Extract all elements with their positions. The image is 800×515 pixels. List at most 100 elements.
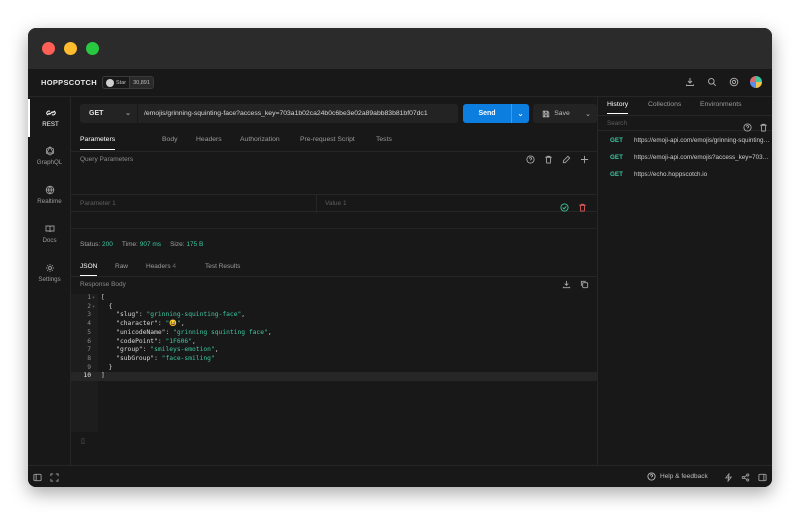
help-icon[interactable] bbox=[743, 119, 752, 132]
chevron-down-icon[interactable]: ⌄ bbox=[511, 104, 529, 123]
line-number: 5 bbox=[87, 328, 91, 336]
help-feedback-button[interactable]: Help & feedback bbox=[647, 472, 708, 481]
code-line: 2 ▾ { bbox=[71, 303, 597, 312]
minimize-window-button[interactable] bbox=[64, 42, 77, 55]
param-value-input[interactable]: Value 1 bbox=[325, 200, 347, 207]
share-icon[interactable] bbox=[740, 472, 750, 482]
history-item[interactable]: GET https://emoji-api.com/emojis/grinnin… bbox=[598, 133, 772, 150]
response-body-actions bbox=[562, 280, 589, 289]
fold-icon[interactable]: ▾ bbox=[92, 303, 95, 312]
nav-item-graphql[interactable]: GraphQL bbox=[28, 137, 71, 175]
method-value: GET bbox=[89, 110, 104, 117]
history-item[interactable]: GET https://echo.hoppscotch.io bbox=[598, 167, 772, 184]
trash-icon[interactable] bbox=[544, 155, 553, 164]
chevron-down-icon[interactable]: ⌄ bbox=[579, 104, 597, 123]
tab-environments[interactable]: Environments bbox=[700, 101, 742, 108]
tab-headers[interactable]: Headers bbox=[196, 136, 222, 143]
user-avatar[interactable] bbox=[750, 76, 762, 88]
nav-item-settings[interactable]: Settings bbox=[28, 254, 71, 292]
code-line: 5 "unicodeName": "grinning squinting fac… bbox=[71, 329, 597, 338]
sidebar-toggle-icon[interactable] bbox=[32, 472, 42, 482]
param-divider bbox=[316, 195, 317, 213]
support-icon[interactable] bbox=[728, 76, 740, 88]
primary-sidebar: REST GraphQL Realtime Docs Settings bbox=[28, 97, 71, 465]
help-icon bbox=[647, 472, 656, 481]
help-icon[interactable] bbox=[526, 155, 535, 164]
code-line: 1 ▾ [ bbox=[71, 294, 597, 303]
tab-test-results[interactable]: Test Results bbox=[205, 263, 240, 270]
tab-authorization[interactable]: Authorization bbox=[240, 136, 280, 143]
code-text: ] bbox=[101, 372, 105, 380]
code-text: "slug": "grinning-squinting-face", bbox=[101, 311, 245, 320]
code-text: [ bbox=[101, 294, 105, 301]
history-item[interactable]: GET https://emoji-api.com/emojis?access_… bbox=[598, 150, 772, 167]
tab-raw[interactable]: Raw bbox=[115, 263, 128, 270]
nav-item-realtime[interactable]: Realtime bbox=[28, 176, 71, 214]
check-circle-icon[interactable] bbox=[560, 199, 569, 212]
tab-history[interactable]: History bbox=[607, 101, 629, 114]
github-star-badge[interactable]: Star 30,891 bbox=[102, 76, 154, 89]
history-search-input[interactable]: Search bbox=[607, 120, 627, 127]
send-button[interactable]: Send ⌄ bbox=[463, 104, 529, 123]
save-button[interactable]: Save ⌄ bbox=[533, 104, 597, 123]
brand-logo[interactable]: HOPPSCOTCH bbox=[41, 78, 97, 87]
json-punct: , bbox=[214, 346, 219, 354]
code-text: } bbox=[101, 363, 113, 371]
save-icon bbox=[543, 110, 550, 117]
response-time: 907 ms bbox=[139, 241, 162, 248]
param-key-input[interactable]: Parameter 1 bbox=[80, 200, 116, 207]
json-key: "character": bbox=[101, 320, 166, 328]
fold-icon[interactable]: ▾ bbox=[92, 294, 95, 303]
time-label: Time: bbox=[121, 241, 138, 248]
code-line: 9 } bbox=[71, 364, 597, 373]
code-line-active: 10] bbox=[71, 372, 597, 381]
zoom-window-button[interactable] bbox=[86, 42, 99, 55]
request-tabs: Parameters Body Headers Authorization Pr… bbox=[71, 130, 597, 152]
copy-icon[interactable] bbox=[580, 280, 589, 289]
book-icon bbox=[45, 224, 55, 234]
tab-body[interactable]: Body bbox=[162, 136, 178, 143]
tab-pre-request-script[interactable]: Pre-request Script bbox=[300, 136, 355, 143]
tab-json[interactable]: JSON bbox=[80, 263, 98, 276]
nav-item-rest[interactable]: REST bbox=[28, 99, 71, 137]
tab-response-headers[interactable]: Headers 4 bbox=[146, 263, 176, 270]
help-feedback-label: Help & feedback bbox=[660, 473, 708, 480]
plus-icon[interactable] bbox=[580, 155, 589, 164]
scroll-indicator-icon: ▯ bbox=[81, 438, 85, 445]
chevron-down-icon: ⌄ bbox=[125, 110, 131, 117]
download-icon[interactable] bbox=[684, 76, 696, 88]
tab-collections[interactable]: Collections bbox=[648, 101, 681, 108]
trash-icon[interactable] bbox=[759, 119, 768, 132]
panel-toggle-icon[interactable] bbox=[757, 472, 767, 482]
save-label: Save bbox=[554, 110, 570, 117]
status-code: 200 bbox=[102, 241, 113, 248]
method-select[interactable]: GET ⌄ bbox=[80, 104, 137, 123]
nav-item-label: Settings bbox=[38, 276, 61, 283]
line-number: 8 bbox=[87, 354, 91, 362]
tab-tests[interactable]: Tests bbox=[376, 136, 392, 143]
response-code-editor[interactable]: 1 ▾ [ 2 ▾ { 3 "slug": "grinning-squinting-f… bbox=[71, 294, 597, 432]
fullscreen-icon[interactable] bbox=[49, 472, 59, 482]
code-text: { bbox=[101, 302, 113, 310]
url-input[interactable]: /emojis/grinning-squinting-face?access_k… bbox=[138, 104, 458, 123]
response-body-title: Response Body bbox=[80, 281, 126, 288]
lightning-icon[interactable] bbox=[723, 472, 733, 482]
download-icon[interactable] bbox=[562, 280, 571, 289]
line-number: 2 bbox=[87, 302, 91, 310]
close-window-button[interactable] bbox=[42, 42, 55, 55]
history-url: https://echo.hoppscotch.io bbox=[634, 171, 708, 178]
headers-count-badge: 4 bbox=[172, 263, 177, 270]
search-icon[interactable] bbox=[706, 76, 718, 88]
tab-parameters[interactable]: Parameters bbox=[80, 136, 116, 150]
history-method: GET bbox=[610, 154, 623, 161]
status-bar: Help & feedback bbox=[28, 465, 772, 487]
json-string: "grinning squinting face" bbox=[173, 328, 268, 336]
edit-icon[interactable] bbox=[562, 155, 571, 164]
line-number: 1 bbox=[87, 294, 91, 301]
nav-item-docs[interactable]: Docs bbox=[28, 215, 71, 253]
tab-label: Headers bbox=[146, 263, 171, 270]
github-star-count: 30,891 bbox=[129, 77, 153, 88]
request-workspace: GET ⌄ /emojis/grinning-squinting-face?ac… bbox=[71, 97, 597, 465]
app-window: HOPPSCOTCH Star 30,891 REST GraphQL Real… bbox=[28, 28, 772, 487]
trash-icon[interactable] bbox=[578, 199, 587, 212]
